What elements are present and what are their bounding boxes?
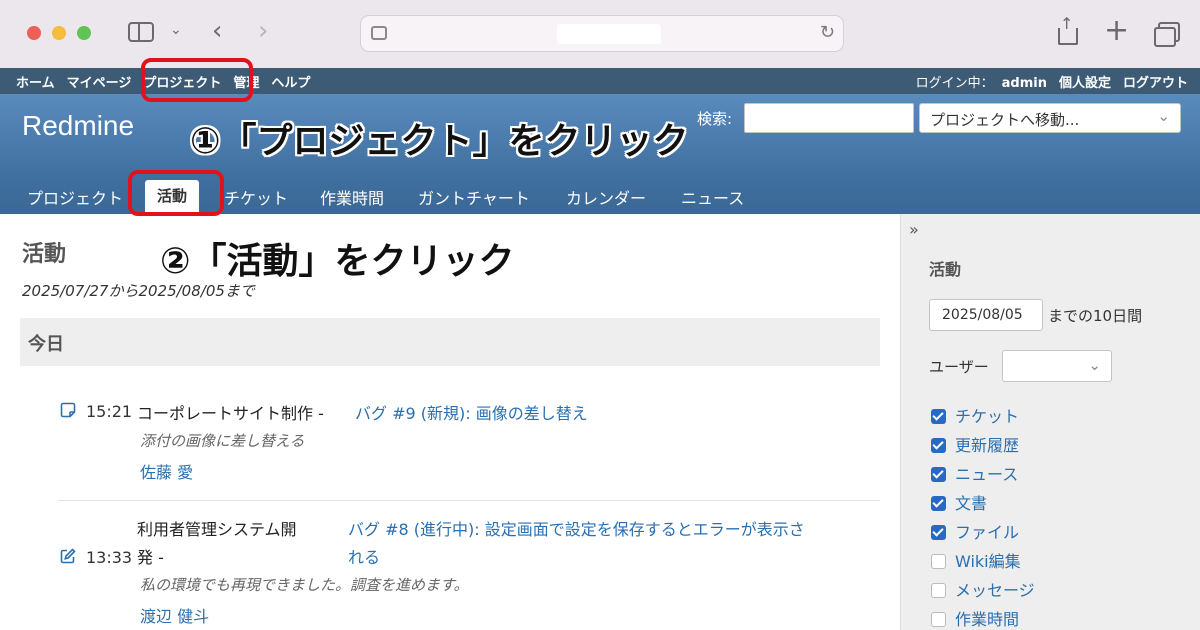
entry-link-line2[interactable]: れる	[348, 544, 380, 568]
project-jump-select[interactable]: プロジェクトへ移動... ⌄	[919, 103, 1181, 133]
filter-label: チケット	[955, 407, 1020, 426]
filter-news[interactable]: ニュース	[931, 461, 1018, 485]
sidebar-title: 活動	[929, 260, 962, 279]
url-text	[557, 24, 661, 44]
entry-link-line1[interactable]: バグ #8 (進行中): 設定画面で設定を保存するとエラーが表示さ	[348, 516, 805, 540]
close-window-button[interactable]	[27, 26, 41, 40]
filter-messages[interactable]: メッセージ	[931, 577, 1035, 601]
filter-label: Wiki編集	[955, 552, 1021, 571]
user-filter-select[interactable]: ⌄	[1002, 350, 1112, 382]
topmenu-help[interactable]: ヘルプ	[271, 76, 310, 91]
address-bar[interactable]: ↻	[360, 15, 844, 52]
filter-files[interactable]: ファイル	[931, 519, 1019, 543]
back-arrow-icon[interactable]: ‹	[212, 16, 222, 46]
tab-overview-icon[interactable]	[1154, 22, 1180, 47]
annotation-step2: ②「活動」をクリック	[160, 241, 515, 282]
filter-changesets[interactable]: 更新履歴	[931, 432, 1019, 456]
entry-description: 添付の画像に差し替える	[140, 432, 305, 450]
sidebar-toggle-icon[interactable]	[128, 22, 154, 42]
checkbox-checked[interactable]	[931, 525, 946, 540]
filter-documents[interactable]: 文書	[931, 490, 987, 514]
checkbox-unchecked[interactable]	[931, 554, 946, 569]
filter-label: 文書	[955, 494, 988, 513]
filter-label: ファイル	[955, 523, 1020, 542]
ticket-note-icon	[60, 402, 76, 418]
checkbox-checked[interactable]	[931, 409, 946, 424]
day-header: 今日	[20, 318, 880, 366]
filter-time-entries[interactable]: 作業時間	[931, 606, 1019, 630]
tab-news[interactable]: ニュース	[681, 185, 744, 209]
chevron-down-icon[interactable]: ⌄	[170, 22, 182, 38]
checkbox-checked[interactable]	[931, 496, 946, 511]
filter-label: メッセージ	[955, 581, 1035, 600]
tab-issues[interactable]: チケット	[224, 185, 288, 209]
topmenu-mypage[interactable]: マイページ	[67, 76, 132, 91]
chevron-down-icon: ⌄	[1088, 356, 1101, 374]
page-title: 活動	[22, 242, 67, 267]
entry-author[interactable]: 佐藤 愛	[140, 459, 193, 483]
annotation-highlight-projects	[141, 58, 253, 102]
filter-label: 作業時間	[955, 610, 1020, 629]
topmenu-logout[interactable]: ログアウト	[1123, 76, 1188, 91]
reload-icon[interactable]: ↻	[820, 22, 835, 43]
forward-arrow-icon[interactable]: ›	[258, 16, 268, 46]
topmenu-home[interactable]: ホーム	[16, 76, 55, 91]
filter-label: 更新履歴	[955, 436, 1020, 455]
user-filter-label: ユーザー	[929, 358, 989, 376]
sidebar: » 活動 2025/08/05 までの10日間 ユーザー ⌄ チケット 更新履歴…	[900, 214, 1200, 630]
annotation-highlight-activity	[128, 170, 224, 216]
share-icon[interactable]	[1057, 14, 1078, 45]
search-label: 検索:	[697, 110, 733, 128]
search-input[interactable]	[744, 103, 914, 133]
date-suffix: までの10日間	[1048, 307, 1143, 325]
ticket-edit-icon	[60, 548, 76, 564]
tab-gantt[interactable]: ガントチャート	[418, 185, 530, 209]
entry-link[interactable]: バグ #9 (新規): 画像の差し替え	[355, 400, 588, 424]
filter-issues[interactable]: チケット	[931, 403, 1019, 427]
sidebar-collapse-icon[interactable]: »	[909, 220, 919, 239]
filter-wiki-edits[interactable]: Wiki編集	[931, 548, 1021, 572]
checkbox-unchecked[interactable]	[931, 583, 946, 598]
entry-description: 私の環境でも再現できました。調査を進めます。	[140, 576, 469, 594]
entry-author[interactable]: 渡辺 健斗	[140, 603, 209, 627]
entry-project-line2: 発 -	[137, 548, 164, 567]
minimize-window-button[interactable]	[52, 26, 66, 40]
chevron-down-icon: ⌄	[1157, 107, 1170, 125]
checkbox-unchecked[interactable]	[931, 612, 946, 627]
checkbox-checked[interactable]	[931, 438, 946, 453]
page-icon	[371, 26, 387, 40]
entry-time: 13:33	[86, 548, 133, 567]
project-jump-placeholder: プロジェクトへ移動...	[930, 111, 1080, 129]
new-tab-icon[interactable]: +	[1104, 16, 1129, 46]
annotation-step1: ①「プロジェクト」をクリック	[190, 121, 689, 162]
topmenu-my-account[interactable]: 個人設定	[1059, 76, 1111, 91]
filter-label: ニュース	[955, 465, 1019, 484]
entry-project-line1: 利用者管理システム開	[137, 520, 297, 539]
entry-time: 15:21	[86, 402, 133, 421]
tab-spent-time[interactable]: 作業時間	[320, 185, 384, 209]
logged-in-user[interactable]: admin	[1002, 76, 1047, 91]
checkbox-checked[interactable]	[931, 467, 946, 482]
logged-in-label: ログイン中：	[915, 76, 994, 91]
site-title: Redmine	[22, 110, 135, 141]
tab-calendar[interactable]: カレンダー	[566, 185, 646, 209]
tab-projects[interactable]: プロジェクト	[27, 185, 123, 209]
zoom-window-button[interactable]	[77, 26, 91, 40]
entry-divider	[58, 500, 880, 501]
date-input[interactable]: 2025/08/05	[929, 299, 1043, 331]
entry-project: コーポレートサイト制作 -	[137, 404, 324, 423]
